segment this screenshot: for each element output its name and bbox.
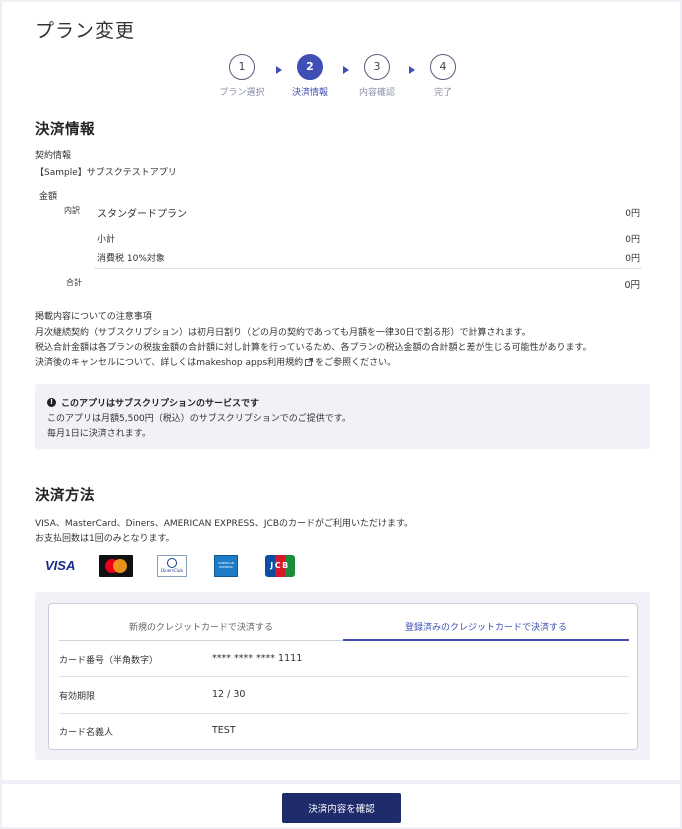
- notice-line-1: このアプリは月額5,500円（税込）のサブスクリプションでのご提供です。: [47, 414, 351, 424]
- plan-name: スタンダードプラン: [97, 209, 187, 220]
- amex-logo: AMERICAN EXPRESS: [214, 555, 238, 577]
- diners-logo: DinersClub: [157, 555, 187, 577]
- tax-label: 消費税 10%対象: [97, 254, 165, 264]
- divider: [59, 713, 629, 714]
- card-holder-value: TEST: [212, 725, 236, 736]
- step-4: 4 完了: [403, 54, 483, 98]
- payment-method-desc-1: VISA、MasterCard、Diners、AMERICAN EXPRESS、…: [35, 519, 414, 529]
- notes-line-3-suffix: をご参照ください。: [315, 358, 397, 368]
- expiry-value: 12 / 30: [212, 689, 246, 700]
- notes-line-1: 月次継続契約（サブスクリプション）は初月日割り（どの月の契約であっても月額を一律…: [35, 328, 531, 338]
- tab-registered-card[interactable]: 登録済みのクレジットカードで決済する: [343, 620, 629, 641]
- divider: [59, 676, 629, 677]
- main-card: プラン変更 1 プラン選択 2 決済情報 3 内容確認 4 完了 決済情報 契約…: [2, 2, 680, 780]
- step-2-number: 2: [297, 54, 323, 80]
- notes-line-3-text: 決済後のキャンセルについて、詳しくはmakeshop apps利用規約: [35, 358, 304, 368]
- breakdown-label: 内訳: [64, 206, 80, 215]
- jcb-logo: JCB: [265, 555, 295, 577]
- subtotal-value: 0円: [625, 235, 640, 245]
- payment-form-panel: 新規のクレジットカードで決済する 登録済みのクレジットカードで決済する カード番…: [35, 592, 650, 760]
- payment-info-heading: 決済情報: [35, 122, 95, 138]
- page-title: プラン変更: [35, 20, 136, 42]
- visa-logo: VISA: [45, 558, 76, 573]
- notice-title: このアプリはサブスクリプションのサービスです: [61, 399, 260, 409]
- external-link-icon[interactable]: [305, 358, 314, 366]
- payment-method-desc-2: お支払回数は1回のみとなります。: [35, 534, 175, 544]
- notes-line-2: 税込合計金額は各プランの税抜金額の合計額に対し計算を行っているため、各プランの税…: [35, 343, 592, 353]
- footer-bar: 決済内容を確認: [2, 784, 680, 827]
- total-label: 合計: [66, 278, 82, 287]
- card-number-label: カード番号（半角数字）: [59, 656, 159, 666]
- notes-title: 掲載内容についての注意事項: [35, 312, 152, 322]
- subtotal-label: 小計: [97, 235, 116, 245]
- confirm-payment-button[interactable]: 決済内容を確認: [282, 793, 401, 823]
- tab-new-card[interactable]: 新規のクレジットカードで決済する: [59, 620, 343, 641]
- step-1-number: 1: [229, 54, 255, 80]
- tax-value: 0円: [625, 254, 640, 264]
- divider: [94, 268, 642, 269]
- card-number-value: **** **** **** 1111: [212, 653, 303, 664]
- subscription-notice: ! このアプリはサブスクリプションのサービスです このアプリは月額5,500円（…: [35, 384, 650, 449]
- contract-name: 【Sample】サブスクテストアプリ: [35, 168, 177, 178]
- step-4-number: 4: [430, 54, 456, 80]
- card-holder-label: カード名義人: [59, 728, 114, 738]
- diners-logo-text: DinersClub: [161, 568, 183, 573]
- payment-method-heading: 決済方法: [35, 488, 95, 504]
- notes-line-3: 決済後のキャンセルについて、詳しくはmakeshop apps利用規約 をご参照く…: [35, 355, 396, 368]
- step-4-label: 完了: [433, 88, 452, 98]
- mastercard-logo: [99, 555, 133, 577]
- expiry-label: 有効期限: [59, 692, 96, 702]
- contract-label: 契約情報: [35, 151, 72, 161]
- plan-price: 0円: [625, 209, 640, 219]
- info-icon: !: [47, 398, 56, 407]
- amount-label: 金額: [39, 192, 58, 202]
- payment-form: 新規のクレジットカードで決済する 登録済みのクレジットカードで決済する カード番…: [48, 603, 638, 750]
- notice-line-2: 毎月1日に決済されます。: [47, 429, 151, 439]
- step-3-number: 3: [364, 54, 390, 80]
- jcb-logo-text: JCB: [270, 561, 290, 570]
- total-value: 0円: [624, 280, 640, 291]
